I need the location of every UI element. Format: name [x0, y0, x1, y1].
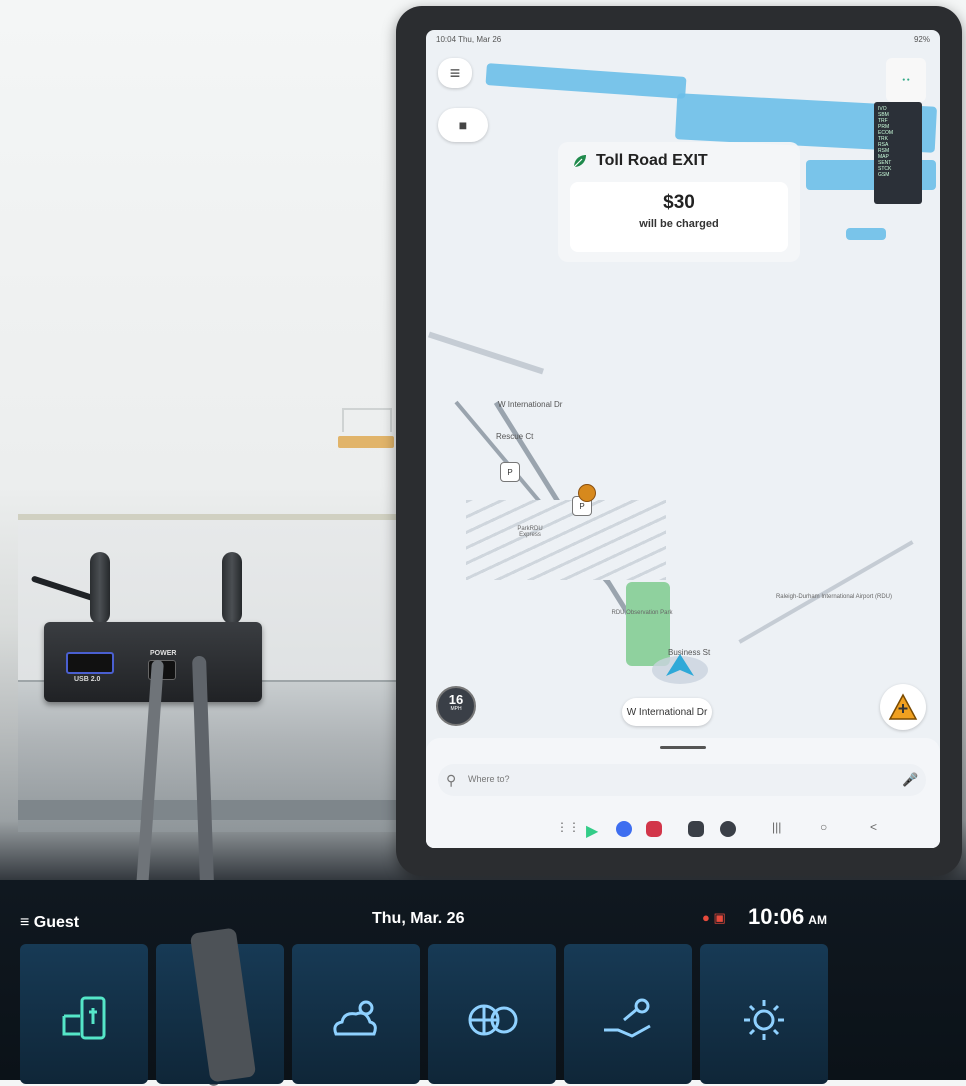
- clock-ampm: AM: [808, 913, 827, 927]
- toll-notification: Toll Road EXIT $30 will be charged: [558, 142, 800, 262]
- search-sheet[interactable]: ⚲ Where to? 🎤 ⋮⋮ ▶ ||| ○ <: [426, 738, 940, 848]
- profile-name: Guest: [33, 914, 80, 931]
- sign-post: [342, 408, 392, 432]
- parking-marker[interactable]: P: [500, 462, 520, 482]
- map-road: [466, 500, 666, 580]
- hamburger-icon: ≡: [449, 62, 461, 83]
- map-label-rescue: Rescue Ct: [496, 432, 534, 441]
- tile-settings[interactable]: [700, 944, 828, 1084]
- water-area: [485, 63, 687, 99]
- play-store-icon[interactable]: ▶: [586, 821, 602, 840]
- profile-button[interactable]: ≡ Guest: [20, 914, 79, 932]
- search-input[interactable]: Where to?: [468, 774, 510, 784]
- menu-button[interactable]: ≡: [438, 58, 472, 88]
- video-app-icon[interactable]: [646, 821, 662, 837]
- road-sign: [338, 436, 394, 448]
- search-icon: ⚲: [446, 772, 457, 788]
- debug-panel: IVO SBM TRF PRM ECOM TRK RSA RSM MAP SENT STCK GSM: [874, 102, 922, 204]
- tile-valet-key[interactable]: [564, 944, 692, 1084]
- phone-projection-icon: [62, 996, 106, 1040]
- home-icon[interactable]: ○: [820, 820, 827, 834]
- current-position-icon: [652, 654, 708, 684]
- router-antenna: [222, 552, 242, 624]
- search-bar[interactable]: ⚲ Where to? 🎤: [438, 764, 926, 796]
- speed-value: 16: [448, 692, 464, 707]
- debug-line: GSM: [878, 172, 890, 178]
- map-road: [738, 540, 914, 644]
- wall-edge: [18, 514, 398, 520]
- poi-marker[interactable]: [578, 484, 596, 502]
- apps-grid-icon[interactable]: ⋮⋮: [556, 820, 580, 834]
- wifi-icon: ● ●: [902, 77, 910, 83]
- photo-scene: USB 2.0 POWER 10:04 Thu, Mar 26 92% ≡ ■ …: [0, 0, 966, 1086]
- toll-title-text: Toll Road EXIT: [596, 152, 708, 169]
- gallery-icon[interactable]: [688, 821, 704, 837]
- head-unit-clock: 10:06 AM: [748, 904, 827, 930]
- dashboard-lip: [18, 800, 408, 820]
- speed-unit: MPH: [450, 706, 462, 712]
- recents-icon[interactable]: |||: [772, 820, 781, 834]
- settings-app-icon[interactable]: [720, 821, 736, 837]
- map-label-parking: ParkRDU Express: [517, 526, 543, 538]
- sports-icon: [468, 1004, 518, 1036]
- status-time: 10:04 Thu, Mar 26: [436, 35, 502, 44]
- browser-icon[interactable]: [616, 821, 632, 837]
- usb-port: [66, 652, 114, 674]
- toll-amount: $30: [663, 192, 695, 213]
- head-unit-date: Thu, Mar. 26: [372, 910, 465, 927]
- map-road: [428, 331, 544, 375]
- app-dock: ⋮⋮ ▶ ||| ○ <: [426, 814, 940, 844]
- leaf-icon: [573, 154, 586, 168]
- router-antenna: [90, 552, 110, 624]
- map-label-airport: Raleigh-Durham International Airport (RD…: [775, 594, 893, 600]
- status-bar: 10:04 Thu, Mar 26 92%: [426, 30, 940, 48]
- settings-icon: [744, 1000, 784, 1040]
- hazard-icon: [888, 693, 918, 720]
- vehicle-head-unit: ≡ Guest Thu, Mar. 26 ● ▣ 10:06 AM: [0, 880, 966, 1084]
- microphone-icon[interactable]: 🎤: [902, 772, 918, 788]
- map-label-park: RDU Observation Park: [611, 610, 673, 616]
- usb-label: USB 2.0: [74, 676, 101, 683]
- sheet-handle[interactable]: [660, 746, 706, 749]
- toll-caption: will be charged: [639, 218, 719, 230]
- weather-icon: [333, 1000, 377, 1036]
- battery-level: 92%: [913, 35, 930, 44]
- tile-phone-projection[interactable]: [20, 944, 148, 1084]
- power-label: POWER: [150, 650, 177, 657]
- tile-weather[interactable]: [292, 944, 420, 1084]
- toll-charge-box: $30 will be charged: [570, 182, 788, 252]
- water-area: [846, 228, 886, 240]
- tile-sports[interactable]: [428, 944, 556, 1084]
- back-icon[interactable]: <: [870, 820, 877, 834]
- clock-time: 10:06: [748, 904, 805, 929]
- report-hazard-button[interactable]: [880, 684, 926, 730]
- navigation-screen[interactable]: 10:04 Thu, Mar 26 92% ≡ ■ ● ● IVO SBM TRF P…: [426, 30, 940, 848]
- head-unit-status-icons: ● ▣: [702, 910, 726, 925]
- connection-panel[interactable]: ● ●: [886, 58, 926, 102]
- car-icon: ■: [458, 117, 468, 133]
- speed-indicator: 16 MPH: [436, 686, 476, 726]
- vehicle-button[interactable]: ■: [438, 108, 488, 142]
- map-label-street: W International Dr: [498, 400, 563, 409]
- toll-title: Toll Road EXIT: [572, 152, 708, 170]
- current-street-label: W International Dr: [622, 698, 712, 726]
- valet-key-icon: [604, 998, 651, 1038]
